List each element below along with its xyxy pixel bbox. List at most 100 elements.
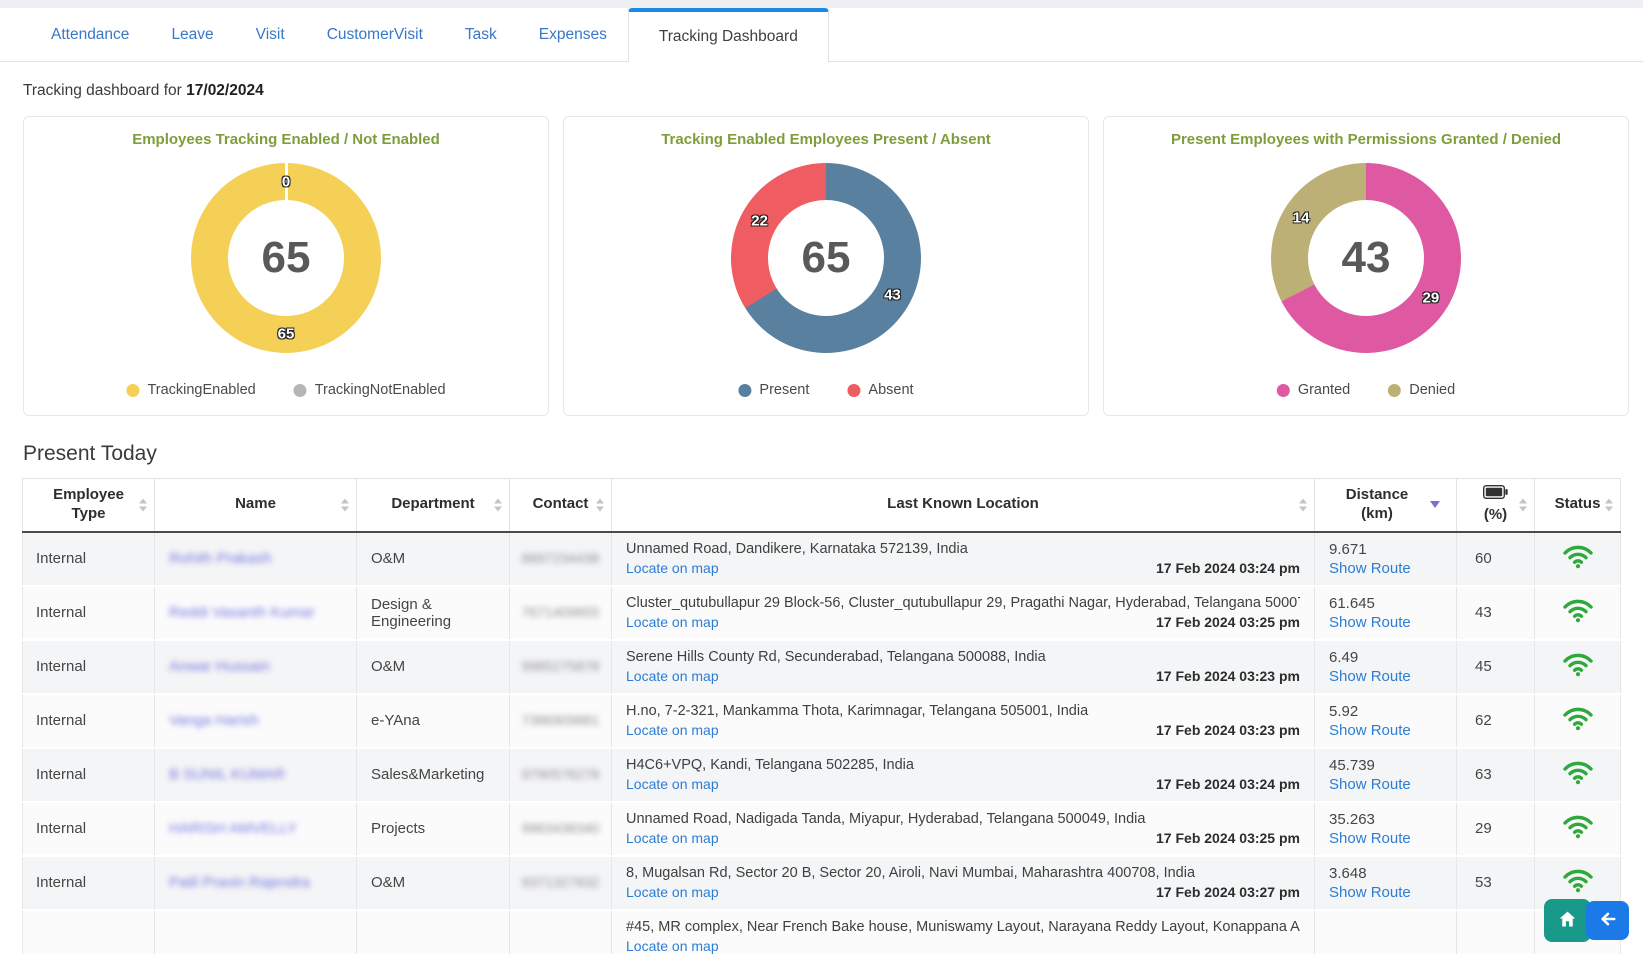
show-route-link[interactable]: Show Route	[1329, 560, 1411, 577]
chart-card-tracking-enabled-employees-present-absent: Tracking Enabled Employees Present / Abs…	[563, 116, 1089, 416]
tab-leave[interactable]: Leave	[150, 26, 234, 44]
legend-dot	[738, 384, 751, 397]
show-route-link[interactable]: Show Route	[1329, 668, 1411, 685]
tab-tracking-dashboard[interactable]: Tracking Dashboard	[628, 8, 829, 62]
tab-attendance[interactable]: Attendance	[30, 26, 150, 44]
table-row: InternalPatil Pravin RajendraO&M93713278…	[23, 856, 1621, 910]
chart-legend: Present Absent	[738, 382, 913, 398]
location-address: Unnamed Road, Dandikere, Karnataka 57213…	[626, 541, 1300, 557]
locate-on-map-link[interactable]: Locate on map	[626, 722, 719, 738]
slice-label: 65	[278, 326, 295, 343]
employee-type-cell: Internal	[23, 586, 155, 640]
table-row: InternalHARISH AMVELLYProjects9963438340…	[23, 802, 1621, 856]
distance-value: 61.645	[1329, 595, 1446, 612]
wifi-status-icon	[1562, 556, 1594, 573]
chart-card-employees-tracking-enabled-not-enabled: Employees Tracking Enabled / Not Enabled…	[23, 116, 549, 416]
sort-carets-icon	[1519, 498, 1527, 511]
charts-row: Employees Tracking Enabled / Not Enabled…	[23, 116, 1629, 416]
employee-name-link[interactable]: Rohith Prakash	[169, 550, 272, 567]
slice-label: 43	[884, 286, 901, 303]
locate-on-map-link[interactable]: Locate on map	[626, 884, 719, 900]
locate-on-map-link[interactable]: Locate on map	[626, 830, 719, 846]
show-route-link[interactable]: Show Route	[1329, 614, 1411, 631]
sort-carets-icon	[1605, 498, 1613, 511]
employee-name-link[interactable]: B SUNIL KUMAR	[169, 766, 285, 783]
employee-type-cell: Internal	[23, 802, 155, 856]
show-route-link[interactable]: Show Route	[1329, 884, 1411, 901]
legend-item-denied[interactable]: Denied	[1388, 382, 1455, 398]
column-header-label: Distance (km)	[1331, 486, 1423, 524]
status-cell	[1535, 694, 1621, 748]
subtitle-text: Tracking dashboard for	[23, 82, 182, 99]
locate-on-map-link[interactable]: Locate on map	[626, 668, 719, 684]
legend-dot	[1388, 384, 1401, 397]
column-header-distance-km[interactable]: Distance (km)	[1315, 479, 1457, 532]
legend-item-granted[interactable]: Granted	[1277, 382, 1350, 398]
distance-cell	[1315, 910, 1457, 954]
legend-item-present[interactable]: Present	[738, 382, 809, 398]
contact-number: 7386909881	[522, 712, 600, 728]
employee-name-link[interactable]: Reddi Vasanth Kumar	[169, 604, 315, 621]
home-icon	[1557, 909, 1578, 933]
column-header-[interactable]: (%)	[1457, 479, 1535, 532]
wifi-status-icon	[1562, 610, 1594, 627]
donut-chart: 65065	[191, 163, 381, 353]
column-header-employee-type[interactable]: Employee Type	[23, 479, 155, 532]
distance-cell: 3.648 Show Route	[1315, 856, 1457, 910]
tab-customervisit[interactable]: CustomerVisit	[306, 26, 444, 44]
tab-task[interactable]: Task	[444, 26, 518, 44]
location-address: #45, MR complex, Near French Bake house,…	[626, 919, 1300, 935]
chart-title: Employees Tracking Enabled / Not Enabled	[132, 131, 440, 148]
distance-value: 3.648	[1329, 865, 1446, 882]
show-route-link[interactable]: Show Route	[1329, 722, 1411, 739]
donut-center: 65	[768, 200, 884, 316]
employee-name-link[interactable]: HARISH AMVELLY	[169, 820, 297, 837]
home-button[interactable]	[1544, 899, 1591, 942]
location-cell: Cluster_qutubullapur 29 Block-56, Cluste…	[612, 586, 1315, 640]
column-header-name[interactable]: Name	[155, 479, 357, 532]
legend-item-trackingenabled[interactable]: TrackingEnabled	[126, 382, 255, 398]
battery-percent-cell	[1457, 910, 1535, 954]
locate-on-map-link[interactable]: Locate on map	[626, 560, 719, 576]
column-header-label: Employee Type	[53, 486, 124, 522]
employee-type-cell: Internal	[23, 640, 155, 694]
contact-number: 9790576278	[522, 766, 600, 782]
locate-on-map-link[interactable]: Locate on map	[626, 938, 719, 954]
location-timestamp: 17 Feb 2024 03:25 pm	[1156, 830, 1300, 846]
tab-expenses[interactable]: Expenses	[518, 26, 628, 44]
department-cell: O&M	[357, 532, 510, 586]
slice-label: 22	[751, 213, 768, 230]
department-cell	[357, 910, 510, 954]
legend-item-trackingnotenabled[interactable]: TrackingNotEnabled	[294, 382, 446, 398]
employee-name-link[interactable]: Vanga Harish	[169, 712, 259, 729]
legend-label: Absent	[868, 382, 913, 398]
legend-dot	[126, 384, 139, 397]
locate-on-map-link[interactable]: Locate on map	[626, 776, 719, 792]
chart-title: Tracking Enabled Employees Present / Abs…	[661, 131, 991, 148]
back-button[interactable]	[1586, 901, 1629, 940]
column-header-last-known-location[interactable]: Last Known Location	[612, 479, 1315, 532]
distance-cell: 9.671Show Route	[1315, 532, 1457, 586]
tab-visit[interactable]: Visit	[235, 26, 306, 44]
present-today-table: Employee Type NameDepartmentContactLast K…	[22, 478, 1621, 954]
slice-label: 29	[1423, 289, 1440, 306]
locate-on-map-link[interactable]: Locate on map	[626, 614, 719, 630]
column-header-status[interactable]: Status	[1535, 479, 1621, 532]
employee-name-link[interactable]: Patil Pravin Rajendra	[169, 874, 310, 891]
column-header-contact[interactable]: Contact	[510, 479, 612, 532]
distance-value: 35.263	[1329, 811, 1446, 828]
page-top-strip	[0, 0, 1643, 8]
legend-label: Denied	[1409, 382, 1455, 398]
show-route-link[interactable]: Show Route	[1329, 776, 1411, 793]
table-title: Present Today	[23, 442, 1643, 466]
donut-chart: 291443	[1271, 163, 1461, 353]
employee-name-link[interactable]: Anwar Hussain	[169, 658, 270, 675]
donut-total: 65	[802, 233, 851, 283]
location-cell: Unnamed Road, Nadigada Tanda, Miyapur, H…	[612, 802, 1315, 856]
department-cell: Sales&Marketing	[357, 748, 510, 802]
distance-cell: 6.49Show Route	[1315, 640, 1457, 694]
show-route-link[interactable]: Show Route	[1329, 830, 1411, 847]
column-header-label: Status	[1555, 495, 1601, 512]
column-header-department[interactable]: Department	[357, 479, 510, 532]
legend-item-absent[interactable]: Absent	[847, 382, 913, 398]
